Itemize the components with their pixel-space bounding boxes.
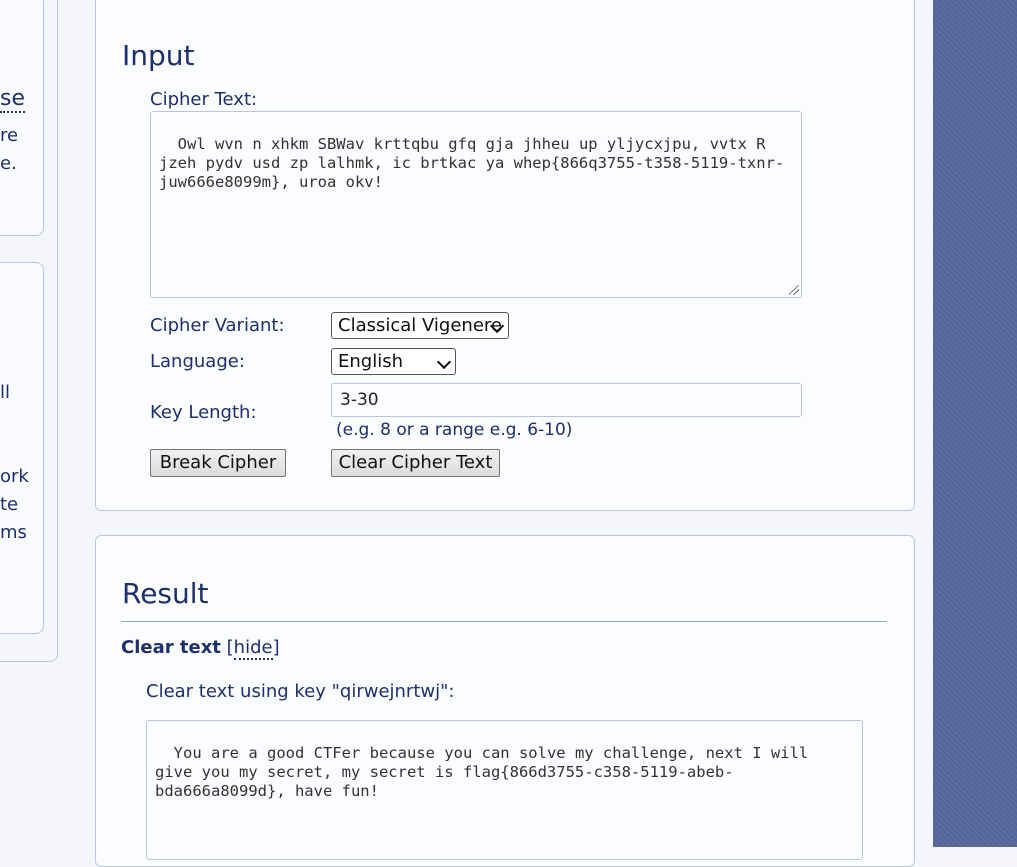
cipher-text-input[interactable]: Owl wvn n xhkm SBWav krttqbu gfq gja jhh… [150,111,802,298]
language-label: Language: [150,351,245,372]
cipher-variant-label: Cipher Variant: [150,315,285,336]
key-length-input[interactable]: 3-30 [331,383,802,417]
cipher-text-value: Owl wvn n xhkm SBWav krttqbu gfq gja jhh… [159,135,785,191]
clear-cipher-text-button[interactable]: Clear Cipher Text [331,449,500,477]
clear-text-title: Clear text [121,637,221,658]
left-sidebar-text-fragment: ms [0,522,27,543]
hide-link[interactable]: hide [233,637,273,660]
clear-text-output[interactable]: You are a good CTFer because you can sol… [146,720,863,860]
resize-grip-icon[interactable] [789,285,799,295]
left-sidebar-card-1 [0,0,44,236]
key-length-label: Key Length: [150,402,257,423]
left-sidebar-text-fragment: ll [0,382,11,403]
cipher-variant-selected: Classical Vigenere [338,315,502,336]
clear-text-header: Clear text [hide] [121,637,280,660]
clear-text-key-label: Clear text using key "qirwejnrtwj": [146,681,455,702]
result-heading: Result [122,577,209,610]
left-sidebar-card-2 [0,262,44,634]
input-heading: Input [122,39,195,72]
cipher-text-label: Cipher Text: [150,89,258,110]
language-select[interactable]: English [331,348,456,375]
left-sidebar-text-fragment: ork [0,466,29,487]
hide-bracket-open: [ [226,637,234,658]
left-sidebar-link-fragment[interactable]: se [0,87,25,113]
hide-bracket-close: ] [272,637,280,658]
result-divider [121,621,887,622]
left-sidebar-text-fragment: e. [0,153,17,174]
cipher-variant-select[interactable]: Classical Vigenere [331,312,509,339]
language-selected: English [338,351,403,372]
key-length-hint: (e.g. 8 or a range e.g. 6-10) [336,420,573,440]
key-length-value: 3-30 [340,390,379,410]
left-sidebar-text-fragment: te [0,494,19,515]
clear-text-value: You are a good CTFer because you can sol… [155,744,818,800]
break-cipher-button[interactable]: Break Cipher [150,449,286,477]
chevron-down-icon [436,354,452,370]
right-background [933,0,1017,847]
left-sidebar-text-fragment: re [0,125,19,146]
